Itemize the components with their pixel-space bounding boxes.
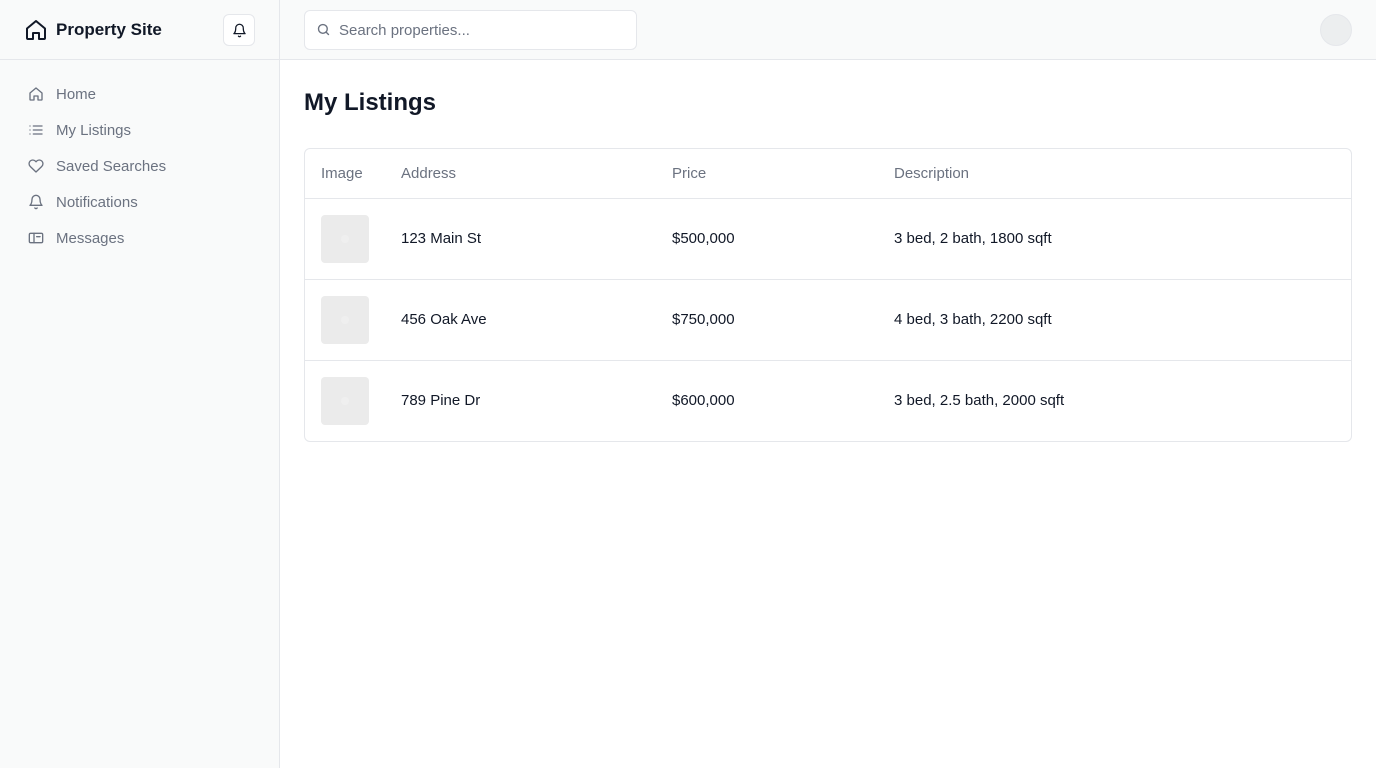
listing-thumbnail — [321, 214, 369, 263]
price-cell: $750,000 — [656, 279, 878, 361]
column-header-description: Description — [878, 149, 1351, 199]
message-icon — [28, 230, 44, 246]
sidebar-item-my-listings[interactable]: My Listings — [0, 112, 279, 148]
avatar[interactable] — [1320, 14, 1352, 46]
search-icon — [316, 22, 331, 37]
brand-title: Property Site — [56, 19, 162, 39]
image-cell — [305, 198, 385, 280]
description-cell: 3 bed, 2 bath, 1800 sqft — [878, 198, 1351, 280]
topbar — [280, 0, 1376, 60]
listing-thumbnail — [321, 376, 369, 425]
bell-icon — [28, 194, 44, 210]
list-icon — [28, 122, 44, 138]
sidebar-item-label: Messages — [56, 229, 125, 247]
sidebar-nav: Home My Listings Saved Searches Notifica… — [0, 60, 279, 256]
listings-table: Image Address Price Description 123 Main… — [305, 149, 1351, 441]
sidebar-header: Property Site — [0, 0, 279, 60]
listing-thumbnail — [321, 295, 369, 344]
main-content: My Listings Image Address Price Descript… — [304, 60, 1352, 442]
listings-table-card: Image Address Price Description 123 Main… — [304, 148, 1352, 442]
description-cell: 4 bed, 3 bath, 2200 sqft — [878, 279, 1351, 361]
address-cell: 123 Main St — [385, 198, 656, 280]
heart-icon — [28, 158, 44, 174]
table-row[interactable]: 456 Oak Ave $750,000 4 bed, 3 bath, 2200… — [305, 279, 1351, 361]
sidebar-item-label: Home — [56, 85, 97, 103]
price-cell: $500,000 — [656, 198, 878, 280]
column-header-image: Image — [305, 149, 385, 199]
search-input[interactable] — [339, 21, 619, 39]
sidebar: Property Site Home My Listings Saved Sea… — [0, 0, 280, 768]
table-header-row: Image Address Price Description — [305, 149, 1351, 199]
column-header-price: Price — [656, 149, 878, 199]
sidebar-item-label: My Listings — [56, 121, 132, 139]
sidebar-item-home[interactable]: Home — [0, 76, 279, 112]
table-row[interactable]: 123 Main St $500,000 3 bed, 2 bath, 1800… — [305, 198, 1351, 280]
address-cell: 789 Pine Dr — [401, 392, 481, 410]
bell-icon — [232, 23, 247, 38]
sidebar-item-messages[interactable]: Messages — [0, 220, 279, 256]
sidebar-item-notifications[interactable]: Notifications — [0, 184, 279, 220]
sidebar-item-label: Notifications — [56, 193, 138, 211]
home-icon — [24, 18, 48, 42]
address-cell: 456 Oak Ave — [385, 279, 656, 361]
image-cell — [305, 360, 385, 441]
page-title: My Listings — [304, 89, 437, 116]
sidebar-item-label: Saved Searches — [56, 157, 167, 175]
column-header-address: Address — [385, 149, 656, 199]
sidebar-item-saved-searches[interactable]: Saved Searches — [0, 148, 279, 184]
table-row[interactable]: 789 Pine Dr $600,000 3 bed, 2.5 bath, 20… — [305, 360, 1351, 441]
notifications-button[interactable] — [223, 14, 255, 46]
search-box[interactable] — [304, 10, 637, 50]
description-cell: 3 bed, 2.5 bath, 2000 sqft — [894, 392, 1065, 410]
image-cell — [305, 279, 385, 361]
price-cell: $600,000 — [672, 392, 735, 410]
home-icon — [28, 86, 44, 102]
